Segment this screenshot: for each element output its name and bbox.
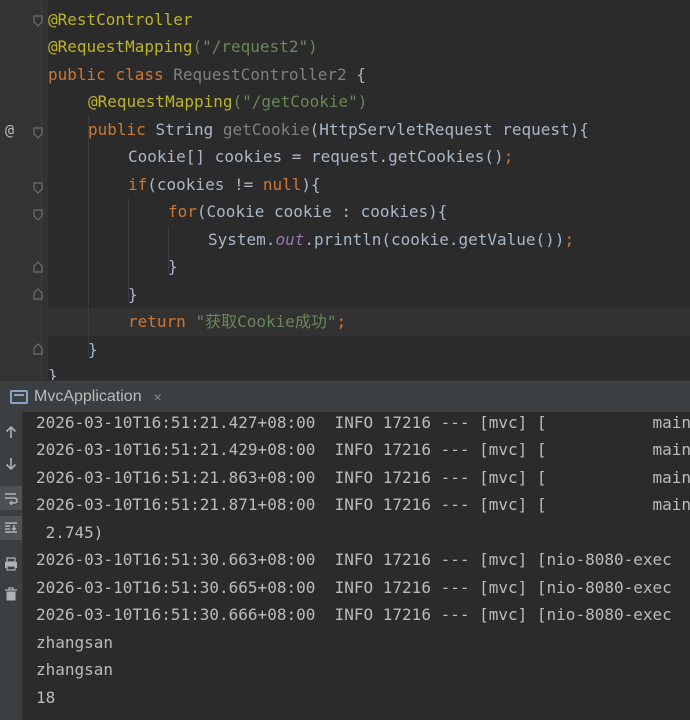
- annotation: @RestController: [48, 10, 193, 29]
- indent-guide: [88, 116, 89, 356]
- semicolon: ;: [503, 147, 514, 166]
- brace: {: [356, 65, 366, 84]
- keyword: if: [128, 175, 148, 194]
- fold-open-icon[interactable]: [33, 182, 43, 194]
- log-line: 2026-03-10T16:51:30.666+08:00 INFO 17216…: [36, 605, 672, 624]
- brace: }: [168, 257, 178, 276]
- code-line[interactable]: @RequestMapping("/request2"): [48, 33, 318, 60]
- class-ref: System.: [208, 230, 276, 249]
- code-line[interactable]: public String getCookie(HttpServletReque…: [88, 116, 589, 143]
- code-editor[interactable]: @ @RestController @RequestMapping("/requ…: [0, 0, 690, 380]
- fold-close-icon[interactable]: [33, 343, 43, 355]
- fold-close-icon[interactable]: [33, 288, 43, 300]
- run-tab-label: MvcApplication: [34, 388, 142, 405]
- log-line: 2026-03-10T16:51:30.663+08:00 INFO 17216…: [36, 550, 672, 569]
- run-tab-mvcapplication[interactable]: MvcApplication ×: [10, 381, 162, 413]
- class-name: RequestController2: [173, 65, 347, 84]
- log-line: 2026-03-10T16:51:30.665+08:00 INFO 17216…: [36, 578, 672, 597]
- fold-open-icon[interactable]: [33, 209, 43, 221]
- console-side-toolbar: [0, 412, 23, 720]
- code-line[interactable]: }: [48, 362, 58, 380]
- log-line: 2026-03-10T16:51:21.863+08:00 INFO 17216…: [36, 468, 690, 487]
- log-line: 2026-03-10T16:51:21.871+08:00 INFO 17216…: [36, 495, 690, 514]
- console-icon: [10, 390, 28, 404]
- semicolon: ;: [564, 230, 575, 249]
- code-line[interactable]: }: [128, 281, 138, 308]
- keyword: class: [115, 65, 164, 84]
- annotation-argument: ("/request2"): [192, 37, 318, 56]
- fold-close-icon[interactable]: [33, 261, 43, 273]
- brace: }: [88, 340, 98, 359]
- condition: (cookies !=: [147, 175, 263, 194]
- trash-icon[interactable]: [0, 582, 22, 606]
- fold-open-icon[interactable]: [33, 15, 43, 27]
- brace: }: [128, 285, 138, 304]
- output-line: zhangsan: [36, 633, 114, 652]
- run-tool-window-header: MvcApplication ×: [0, 380, 690, 413]
- semicolon: ;: [336, 312, 347, 331]
- code-line[interactable]: }: [168, 253, 178, 280]
- code-line[interactable]: @RequestMapping("/getCookie"): [88, 88, 367, 115]
- annotation: @RequestMapping: [88, 92, 233, 111]
- code-line[interactable]: @RestController: [48, 6, 193, 33]
- annotation-argument: ("/getCookie"): [232, 92, 368, 111]
- method-call: .println(cookie.getValue()): [304, 230, 565, 249]
- scroll-to-end-icon[interactable]: [0, 516, 22, 540]
- soft-wrap-icon[interactable]: [0, 486, 22, 510]
- brace: ){: [301, 175, 321, 194]
- statement: Cookie[] cookies = request.getCookies(): [128, 147, 504, 166]
- up-arrow-icon[interactable]: [0, 420, 22, 444]
- console-output[interactable]: 2026-03-10T16:51:21.427+08:00 INFO 17216…: [23, 412, 690, 720]
- output-line: 18: [36, 688, 56, 707]
- code-line[interactable]: for(Cookie cookie : cookies){: [168, 198, 447, 225]
- annotation: @RequestMapping: [48, 37, 193, 56]
- parameters: (HttpServletRequest request){: [309, 120, 589, 139]
- keyword: null: [262, 175, 302, 194]
- fold-open-icon[interactable]: [33, 127, 43, 139]
- method-name: getCookie: [222, 120, 310, 139]
- code-line[interactable]: return "获取Cookie成功";: [128, 308, 346, 335]
- string-literal: "获取Cookie成功": [195, 312, 337, 331]
- override-marker-icon[interactable]: @: [5, 120, 14, 140]
- loop-header: (Cookie cookie : cookies){: [196, 202, 448, 221]
- code-line[interactable]: Cookie[] cookies = request.getCookies();: [128, 143, 513, 170]
- code-line[interactable]: }: [88, 336, 98, 363]
- log-line: 2.745): [36, 523, 104, 542]
- keyword: public: [48, 65, 106, 84]
- static-field: out: [275, 230, 305, 249]
- keyword: public: [88, 120, 146, 139]
- code-line[interactable]: public class RequestController2 {: [48, 61, 366, 88]
- print-icon[interactable]: [0, 552, 22, 576]
- down-arrow-icon[interactable]: [0, 452, 22, 476]
- code-line[interactable]: if(cookies != null){: [128, 171, 321, 198]
- code-line[interactable]: System.out.println(cookie.getValue());: [208, 226, 574, 253]
- return-type: String: [155, 120, 214, 139]
- output-line: zhangsan: [36, 660, 114, 679]
- log-line: 2026-03-10T16:51:21.429+08:00 INFO 17216…: [36, 440, 690, 459]
- brace: }: [48, 366, 58, 380]
- close-icon[interactable]: ×: [154, 389, 162, 405]
- log-line: 2026-03-10T16:51:21.427+08:00 INFO 17216…: [36, 413, 690, 432]
- keyword: for: [168, 202, 197, 221]
- keyword: return: [128, 312, 186, 331]
